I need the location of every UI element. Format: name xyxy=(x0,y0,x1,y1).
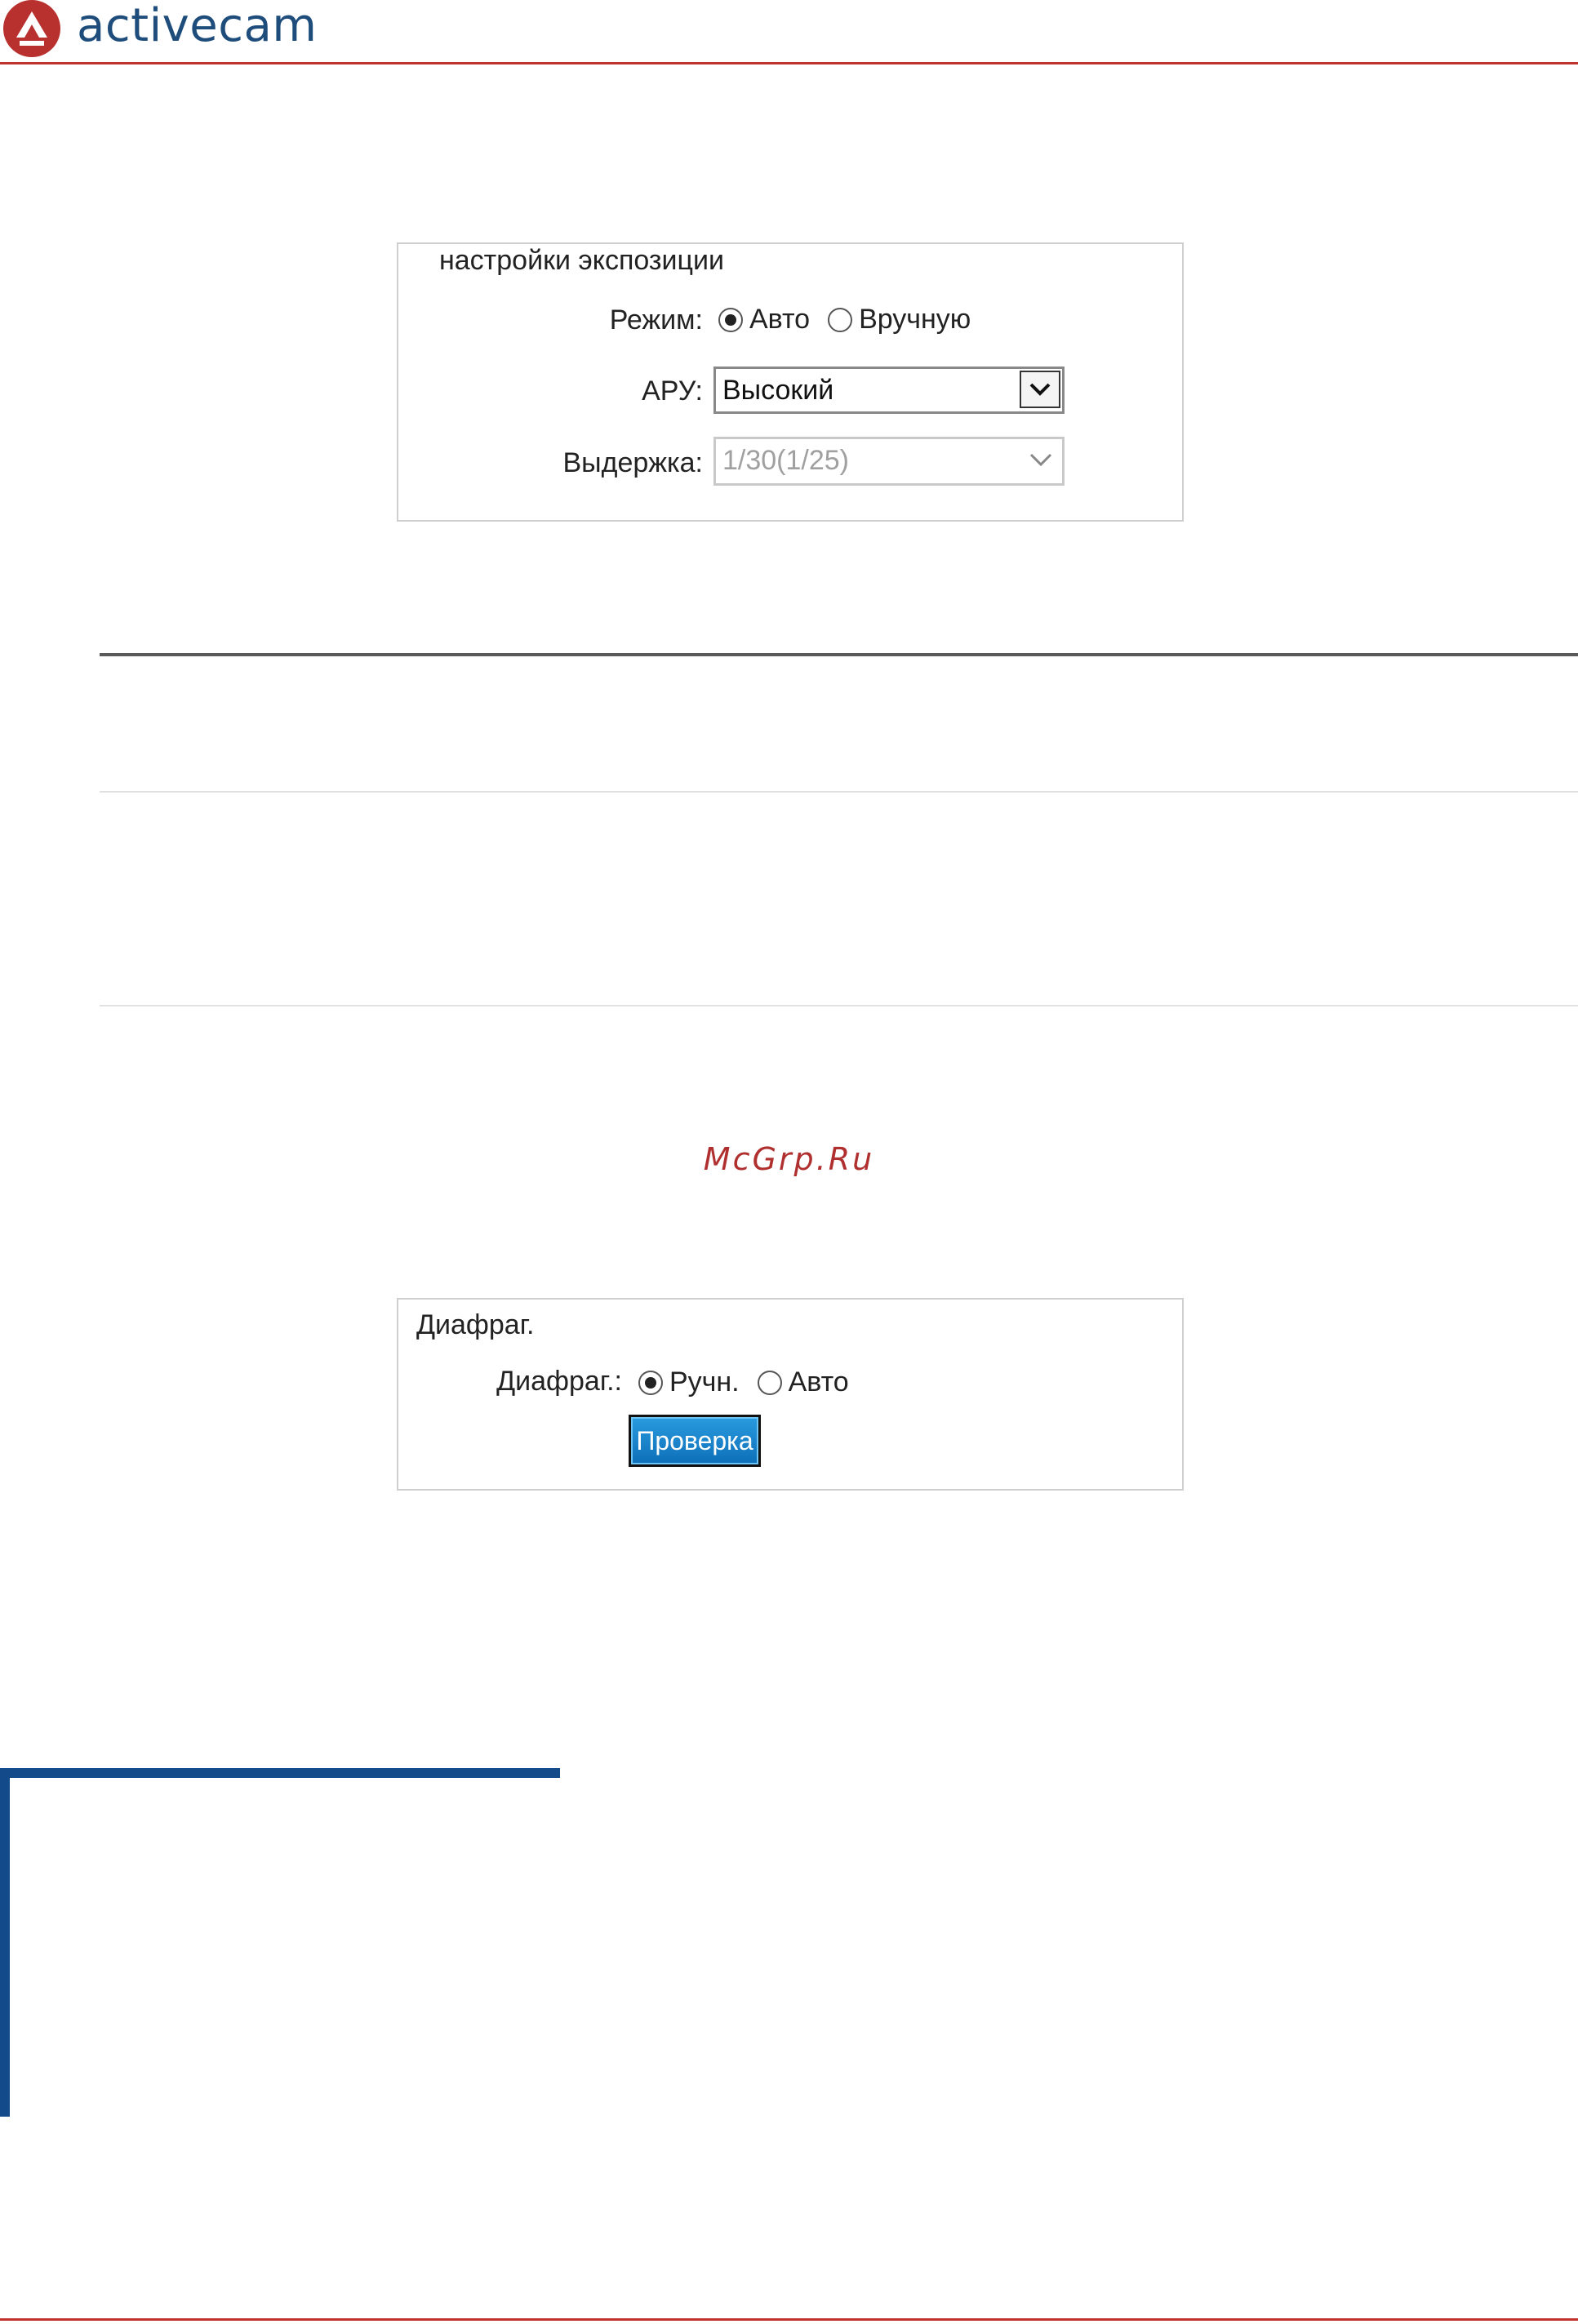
watermark: McGrp.Ru xyxy=(703,1141,875,1177)
section-bracket-top xyxy=(0,1768,560,1778)
header-rule xyxy=(0,62,1578,64)
mode-manual-label[interactable]: Вручную xyxy=(859,304,971,335)
mode-label: Режим: xyxy=(609,304,703,335)
test-button[interactable]: Проверка xyxy=(629,1415,761,1467)
chevron-down-icon[interactable] xyxy=(1026,447,1056,472)
shutter-select[interactable]: 1/30(1/25) xyxy=(713,437,1065,486)
table-rule xyxy=(100,791,1578,793)
agc-label: АРУ: xyxy=(642,375,703,407)
iris-manual-radio[interactable] xyxy=(638,1370,663,1395)
activecam-logo-icon xyxy=(3,0,60,57)
section-rule xyxy=(100,653,1578,656)
agc-select-value: Высокий xyxy=(722,375,834,406)
mode-auto-label[interactable]: Авто xyxy=(749,304,810,335)
iris-auto-label[interactable]: Авто xyxy=(789,1366,849,1398)
brand-name: activecam xyxy=(77,0,318,52)
chevron-down-icon[interactable] xyxy=(1020,371,1060,408)
iris-legend: Диафраг. xyxy=(416,1309,535,1340)
section-bracket-left xyxy=(0,1768,10,2117)
iris-manual-label[interactable]: Ручн. xyxy=(669,1366,740,1398)
mode-auto-radio[interactable] xyxy=(718,307,743,332)
shutter-select-value: 1/30(1/25) xyxy=(722,445,849,476)
mode-manual-radio[interactable] xyxy=(828,307,853,332)
mode-radio-group: Авто Вручную xyxy=(718,304,971,335)
exposure-legend: настройки экспозиции xyxy=(439,245,724,276)
footer-rule xyxy=(0,2318,1578,2321)
agc-select[interactable]: Высокий xyxy=(713,367,1065,414)
iris-auto-radio[interactable] xyxy=(757,1370,782,1395)
iris-radio-group: Ручн. Авто xyxy=(638,1366,849,1398)
shutter-label: Выдержка: xyxy=(562,447,704,478)
table-rule xyxy=(100,1005,1578,1006)
iris-mode-label: Диафраг.: xyxy=(496,1366,622,1397)
